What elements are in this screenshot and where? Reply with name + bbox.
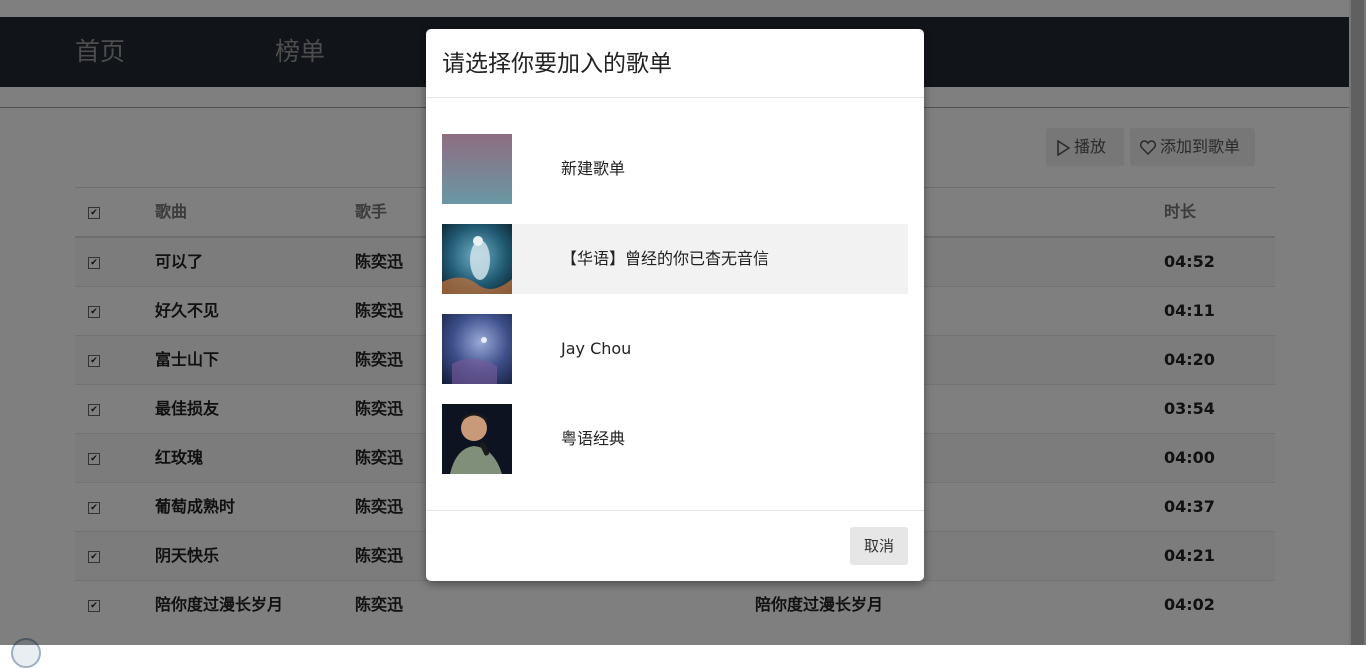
dialog-header: 请选择你要加入的歌单 — [426, 29, 924, 98]
playlist-cover-image — [442, 404, 512, 474]
playlist-option[interactable]: Jay Chou — [442, 314, 908, 384]
playlist-name[interactable]: Jay Chou — [561, 314, 631, 384]
dialog-footer: 取消 — [426, 510, 924, 582]
playlist-name[interactable]: 粤语经典 — [561, 404, 625, 474]
playlist-name[interactable]: 【华语】曾经的你已杳无音信 — [561, 224, 769, 294]
cancel-button[interactable]: 取消 — [850, 527, 908, 565]
playlist-option[interactable]: 新建歌单 — [442, 134, 908, 204]
playlist-name[interactable]: 新建歌单 — [561, 134, 625, 204]
add-to-playlist-dialog: 请选择你要加入的歌单 新建歌单 【华语】曾经的你已杳无音信 Jay Chou 粤… — [426, 29, 924, 581]
playlist-option[interactable]: 粤语经典 — [442, 404, 908, 474]
playlist-cover-image — [442, 314, 512, 384]
playlist-cover-image — [442, 224, 512, 294]
dialog-title: 请选择你要加入的歌单 — [442, 51, 672, 77]
playlist-cover-image — [442, 134, 512, 204]
playlist-option[interactable]: 【华语】曾经的你已杳无音信 — [442, 224, 908, 294]
